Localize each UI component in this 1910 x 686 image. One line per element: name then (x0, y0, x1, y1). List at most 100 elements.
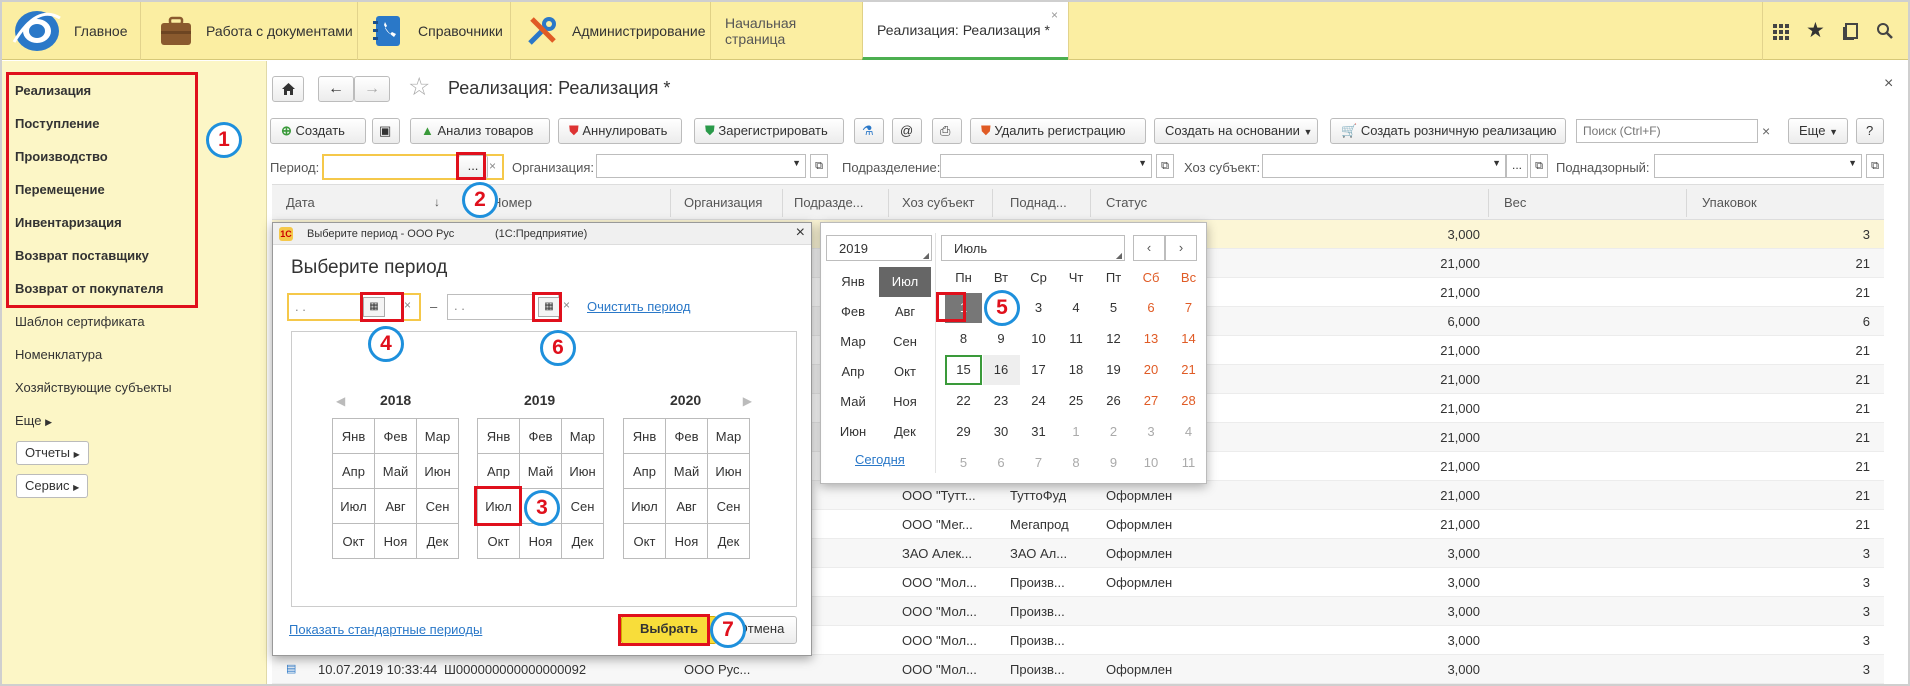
calendar-day[interactable]: 27 (1133, 386, 1170, 416)
calendar-day[interactable]: 20 (1133, 355, 1170, 385)
email-button[interactable]: @ (892, 118, 922, 144)
calendar-day[interactable]: 24 (1020, 386, 1057, 416)
calendar-day[interactable]: 5 (945, 448, 982, 478)
prev-year-icon[interactable]: ◀ (336, 394, 345, 408)
calendar-day[interactable]: 1 (1058, 417, 1095, 447)
calendar-day[interactable]: 8 (1058, 448, 1095, 478)
month-cell[interactable]: Май (665, 453, 708, 489)
calendar-day[interactable]: 23 (983, 386, 1020, 416)
col-date[interactable]: Дата (286, 195, 315, 210)
month-cell[interactable]: Апр (623, 453, 666, 489)
calendar-month-item[interactable]: Сен (879, 327, 931, 357)
month-cell[interactable]: Фев (519, 418, 562, 454)
next-month-button[interactable]: › (1165, 235, 1197, 261)
month-cell[interactable]: Сен (416, 488, 459, 524)
sidebar-reports-button[interactable]: Отчеты ▶ (16, 441, 89, 465)
calendar-month-item[interactable]: Фев (827, 297, 879, 327)
sidebar-service-button[interactable]: Сервис ▶ (16, 474, 89, 498)
month-cell[interactable]: Окт (477, 523, 520, 559)
month-cell[interactable]: Сен (561, 488, 604, 524)
calendar-day[interactable]: 11 (1170, 448, 1207, 478)
calendar-day[interactable]: 31 (1020, 417, 1057, 447)
calendar-month-item[interactable]: Июл (879, 267, 931, 297)
tab-close-icon[interactable]: × (1051, 8, 1058, 22)
calendar-day[interactable]: 18 (1058, 355, 1095, 385)
col-number[interactable]: Номер (492, 195, 532, 210)
register-button[interactable]: ⛊ Зарегистрировать (694, 118, 844, 144)
col-org[interactable]: Организация (684, 195, 762, 210)
clear-from-icon[interactable]: × (404, 298, 411, 312)
calendar-day[interactable]: 5 (1095, 293, 1132, 323)
forward-button[interactable]: → (354, 76, 390, 102)
annul-button[interactable]: ⛊ Аннулировать (558, 118, 682, 144)
print-button[interactable]: ⎙ (932, 118, 962, 144)
calendar-day[interactable]: 13 (1133, 324, 1170, 354)
month-cell[interactable]: Фев (665, 418, 708, 454)
sidebar-item-subjects[interactable]: Хозяйствующие субъекты (15, 380, 172, 395)
sidebar-item-nomenclature[interactable]: Номенклатура (15, 347, 102, 362)
calendar-month-item[interactable]: Янв (827, 267, 879, 297)
calendar-day[interactable]: 15 (945, 355, 982, 385)
calendar-day[interactable]: 14 (1170, 324, 1207, 354)
col-packs[interactable]: Упаковок (1702, 195, 1757, 210)
calendar-day[interactable]: 25 (1058, 386, 1095, 416)
create-retail-button[interactable]: 🛒 Создать розничную реализацию (1330, 118, 1566, 144)
month-cell[interactable]: Дек (416, 523, 459, 559)
month-cell[interactable]: Янв (332, 418, 375, 454)
calendar-day[interactable]: 19 (1095, 355, 1132, 385)
subject-select-button[interactable]: ... (1506, 154, 1528, 178)
dropdown-icon[interactable]: ▼ (1138, 158, 1147, 168)
calendar-month-item[interactable]: Авг (879, 297, 931, 327)
calendar-month-item[interactable]: Июн (827, 417, 879, 447)
month-cell[interactable]: Июл (623, 488, 666, 524)
section-directories[interactable]: Справочники (370, 2, 503, 60)
dropdown-icon[interactable]: ▼ (1848, 158, 1857, 168)
calendar-month-item[interactable]: Дек (879, 417, 931, 447)
calendar-day[interactable]: 16 (982, 355, 1020, 385)
calendar-day[interactable]: 22 (945, 386, 982, 416)
month-cell[interactable]: Мар (561, 418, 604, 454)
tab-home-page[interactable]: Начальная страница (710, 2, 862, 60)
calendar-day[interactable]: 10 (1133, 448, 1170, 478)
month-cell[interactable]: Окт (332, 523, 375, 559)
calendar-day[interactable]: 17 (1020, 355, 1057, 385)
month-cell[interactable]: Май (374, 453, 417, 489)
copy-button[interactable]: ▣ (372, 118, 400, 144)
calendar-day[interactable]: 8 (945, 324, 982, 354)
search-input[interactable] (1576, 119, 1758, 143)
month-cell[interactable]: Дек (561, 523, 604, 559)
month-cell[interactable]: Июл (332, 488, 375, 524)
search-icon[interactable] (1876, 22, 1894, 40)
calendar-day[interactable]: 21 (1170, 355, 1207, 385)
month-cell[interactable]: Апр (332, 453, 375, 489)
month-cell[interactable]: Июн (561, 453, 604, 489)
clear-search-icon[interactable]: × (1762, 123, 1770, 139)
show-standard-periods-link[interactable]: Показать стандартные периоды (289, 622, 482, 637)
dialog-close-icon[interactable]: × (796, 224, 805, 242)
favorite-star-icon[interactable]: ☆ (408, 72, 430, 102)
calendar-day[interactable]: 9 (1095, 448, 1132, 478)
today-link[interactable]: Сегодня (855, 452, 905, 467)
dropdown-icon[interactable]: ▼ (1492, 158, 1501, 168)
open-supervised-icon[interactable]: ⧉ (1866, 154, 1884, 178)
help-button[interactable]: ? (1856, 118, 1884, 144)
month-cell[interactable]: Авг (374, 488, 417, 524)
calendar-day[interactable]: 4 (1170, 417, 1207, 447)
org-field[interactable]: ▼ (596, 154, 806, 178)
open-org-icon[interactable]: ⧉ (810, 154, 828, 178)
next-year-icon[interactable]: ▶ (743, 394, 752, 408)
month-cell[interactable]: Янв (477, 418, 520, 454)
calendar-day[interactable]: 2 (1095, 417, 1132, 447)
table-row[interactable]: ▤ 10.07.2019 10:33:44 Ш000000000000000092 О… (272, 655, 1884, 684)
calendar-day[interactable]: 7 (1170, 293, 1207, 323)
calendar-day[interactable]: 3 (1020, 293, 1057, 323)
month-cell[interactable]: Ноя (665, 523, 708, 559)
month-field[interactable]: Июль ◢ (941, 235, 1125, 261)
apps-icon[interactable] (1772, 23, 1790, 41)
star-icon[interactable]: ★ (1806, 18, 1825, 43)
prev-month-button[interactable]: ‹ (1133, 235, 1165, 261)
clear-period-link[interactable]: Очистить период (587, 299, 691, 314)
dept-field[interactable]: ▼ (940, 154, 1152, 178)
close-form-icon[interactable]: × (1884, 75, 1893, 93)
month-cell[interactable]: Янв (623, 418, 666, 454)
